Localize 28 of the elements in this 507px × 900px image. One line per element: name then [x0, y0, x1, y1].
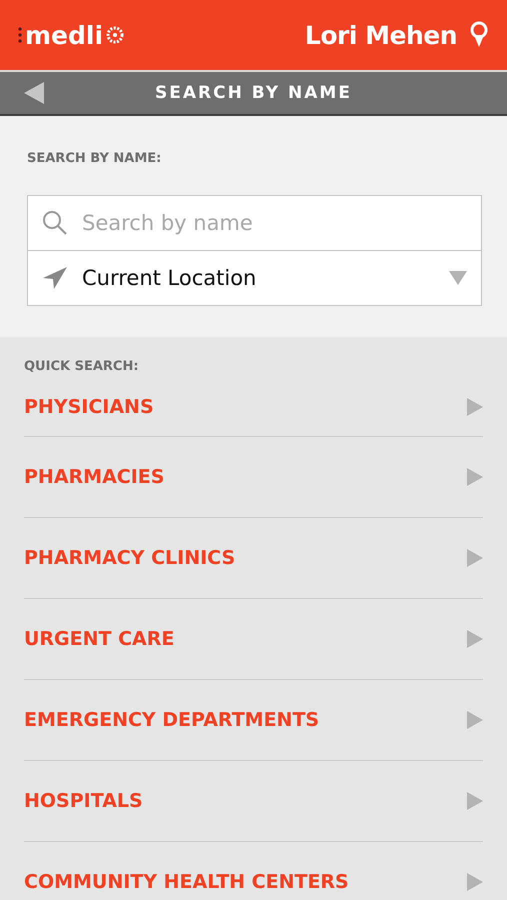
flower-icon: [106, 26, 124, 44]
category-link[interactable]: URGENT CARE: [24, 628, 174, 650]
category-link[interactable]: HOSPITALS: [24, 790, 143, 812]
section-label: QUICK SEARCH:: [24, 359, 140, 374]
chevron-right-icon: [467, 549, 483, 567]
chevron-right-icon: [467, 711, 483, 729]
menu-icon[interactable]: [18, 27, 22, 43]
section-label: SEARCH BY NAME:: [27, 151, 162, 166]
search-field[interactable]: Search by name: [82, 211, 467, 235]
category-link[interactable]: EMERGENCY DEPARTMENTS: [24, 709, 320, 731]
page-title: SEARCH BY NAME: [155, 83, 352, 103]
chevron-right-icon: [467, 873, 483, 891]
search-icon: [42, 210, 68, 236]
category-link[interactable]: PHARMACY CLINICS: [24, 547, 236, 569]
chevron-right-icon: [467, 398, 483, 416]
category-link[interactable]: PHARMACIES: [24, 466, 164, 488]
dropdown-caret-icon: [449, 271, 467, 285]
app-logo: medli: [25, 20, 104, 50]
category-link[interactable]: COMMUNITY HEALTH CENTERS: [24, 871, 349, 893]
chevron-right-icon: [467, 468, 483, 486]
back-icon[interactable]: [24, 82, 44, 104]
category-link[interactable]: PHYSICIANS: [24, 396, 154, 418]
chevron-right-icon: [467, 792, 483, 810]
user-name[interactable]: Lori Mehen: [304, 20, 457, 50]
location-dropdown[interactable]: Current Location: [28, 250, 481, 305]
chevron-right-icon: [467, 630, 483, 648]
location-pin-icon[interactable]: [469, 21, 489, 49]
navigation-arrow-icon: [42, 266, 68, 290]
